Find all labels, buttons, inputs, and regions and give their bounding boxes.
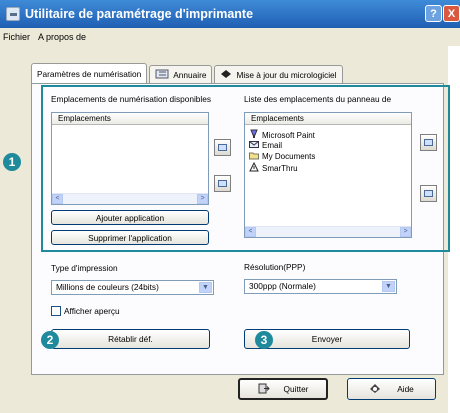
help-icon bbox=[369, 383, 381, 396]
tab-firmware[interactable]: Mise à jour du micrologiciel bbox=[214, 65, 343, 83]
resolution-select[interactable]: 300ppp (Normale) ▼ bbox=[244, 279, 397, 294]
chevron-down-icon[interactable]: ▼ bbox=[199, 282, 212, 293]
tab-address-book-label: Annuaire bbox=[173, 69, 207, 80]
quit-button[interactable]: Quitter bbox=[238, 378, 328, 400]
resolution-label: Résolution(PPP) bbox=[244, 262, 306, 272]
menu-about[interactable]: A propos de bbox=[38, 32, 86, 42]
reset-defaults-button[interactable]: Rétablir déf. bbox=[51, 329, 210, 349]
chevron-down-icon[interactable]: ▼ bbox=[382, 281, 395, 292]
preview-checkbox[interactable] bbox=[51, 306, 61, 316]
callout-badge-3: 3 bbox=[255, 331, 273, 349]
menu-file[interactable]: Fichier bbox=[3, 32, 30, 42]
tab-scan-settings[interactable]: Paramètres de numérisation bbox=[31, 63, 148, 83]
scan-type-value: Millions de couleurs (24bits) bbox=[56, 282, 159, 292]
address-book-icon bbox=[155, 69, 169, 81]
help-label: Aide bbox=[397, 384, 414, 394]
printer-app-icon bbox=[6, 7, 20, 21]
tab-scan-settings-label: Paramètres de numérisation bbox=[37, 68, 142, 79]
quit-label: Quitter bbox=[283, 384, 309, 394]
tab-strip: Paramètres de numérisation Annuaire Mise… bbox=[31, 63, 345, 83]
window-title: Utilitaire de paramétrage d'imprimante bbox=[25, 7, 254, 21]
tab-firmware-label: Mise à jour du micrologiciel bbox=[236, 69, 337, 80]
close-window-button[interactable]: X bbox=[443, 5, 460, 22]
title-bar: Utilitaire de paramétrage d'imprimante bbox=[0, 0, 460, 28]
resolution-value: 300ppp (Normale) bbox=[249, 281, 316, 291]
tab-address-book[interactable]: Annuaire bbox=[149, 65, 213, 83]
menu-bar: Fichier A propos de bbox=[0, 28, 460, 46]
callout-frame bbox=[41, 85, 450, 252]
scan-type-select[interactable]: Millions de couleurs (24bits) ▼ bbox=[51, 280, 214, 295]
help-button[interactable]: Aide bbox=[347, 378, 436, 400]
preview-checkbox-label: Afficher aperçu bbox=[64, 306, 120, 316]
callout-badge-2: 2 bbox=[41, 331, 59, 349]
callout-badge-1: 1 bbox=[3, 153, 21, 171]
firmware-icon bbox=[220, 69, 232, 81]
help-window-button[interactable]: ? bbox=[425, 5, 442, 22]
quit-icon bbox=[258, 383, 270, 396]
scan-type-label: Type d'impression bbox=[51, 263, 118, 273]
